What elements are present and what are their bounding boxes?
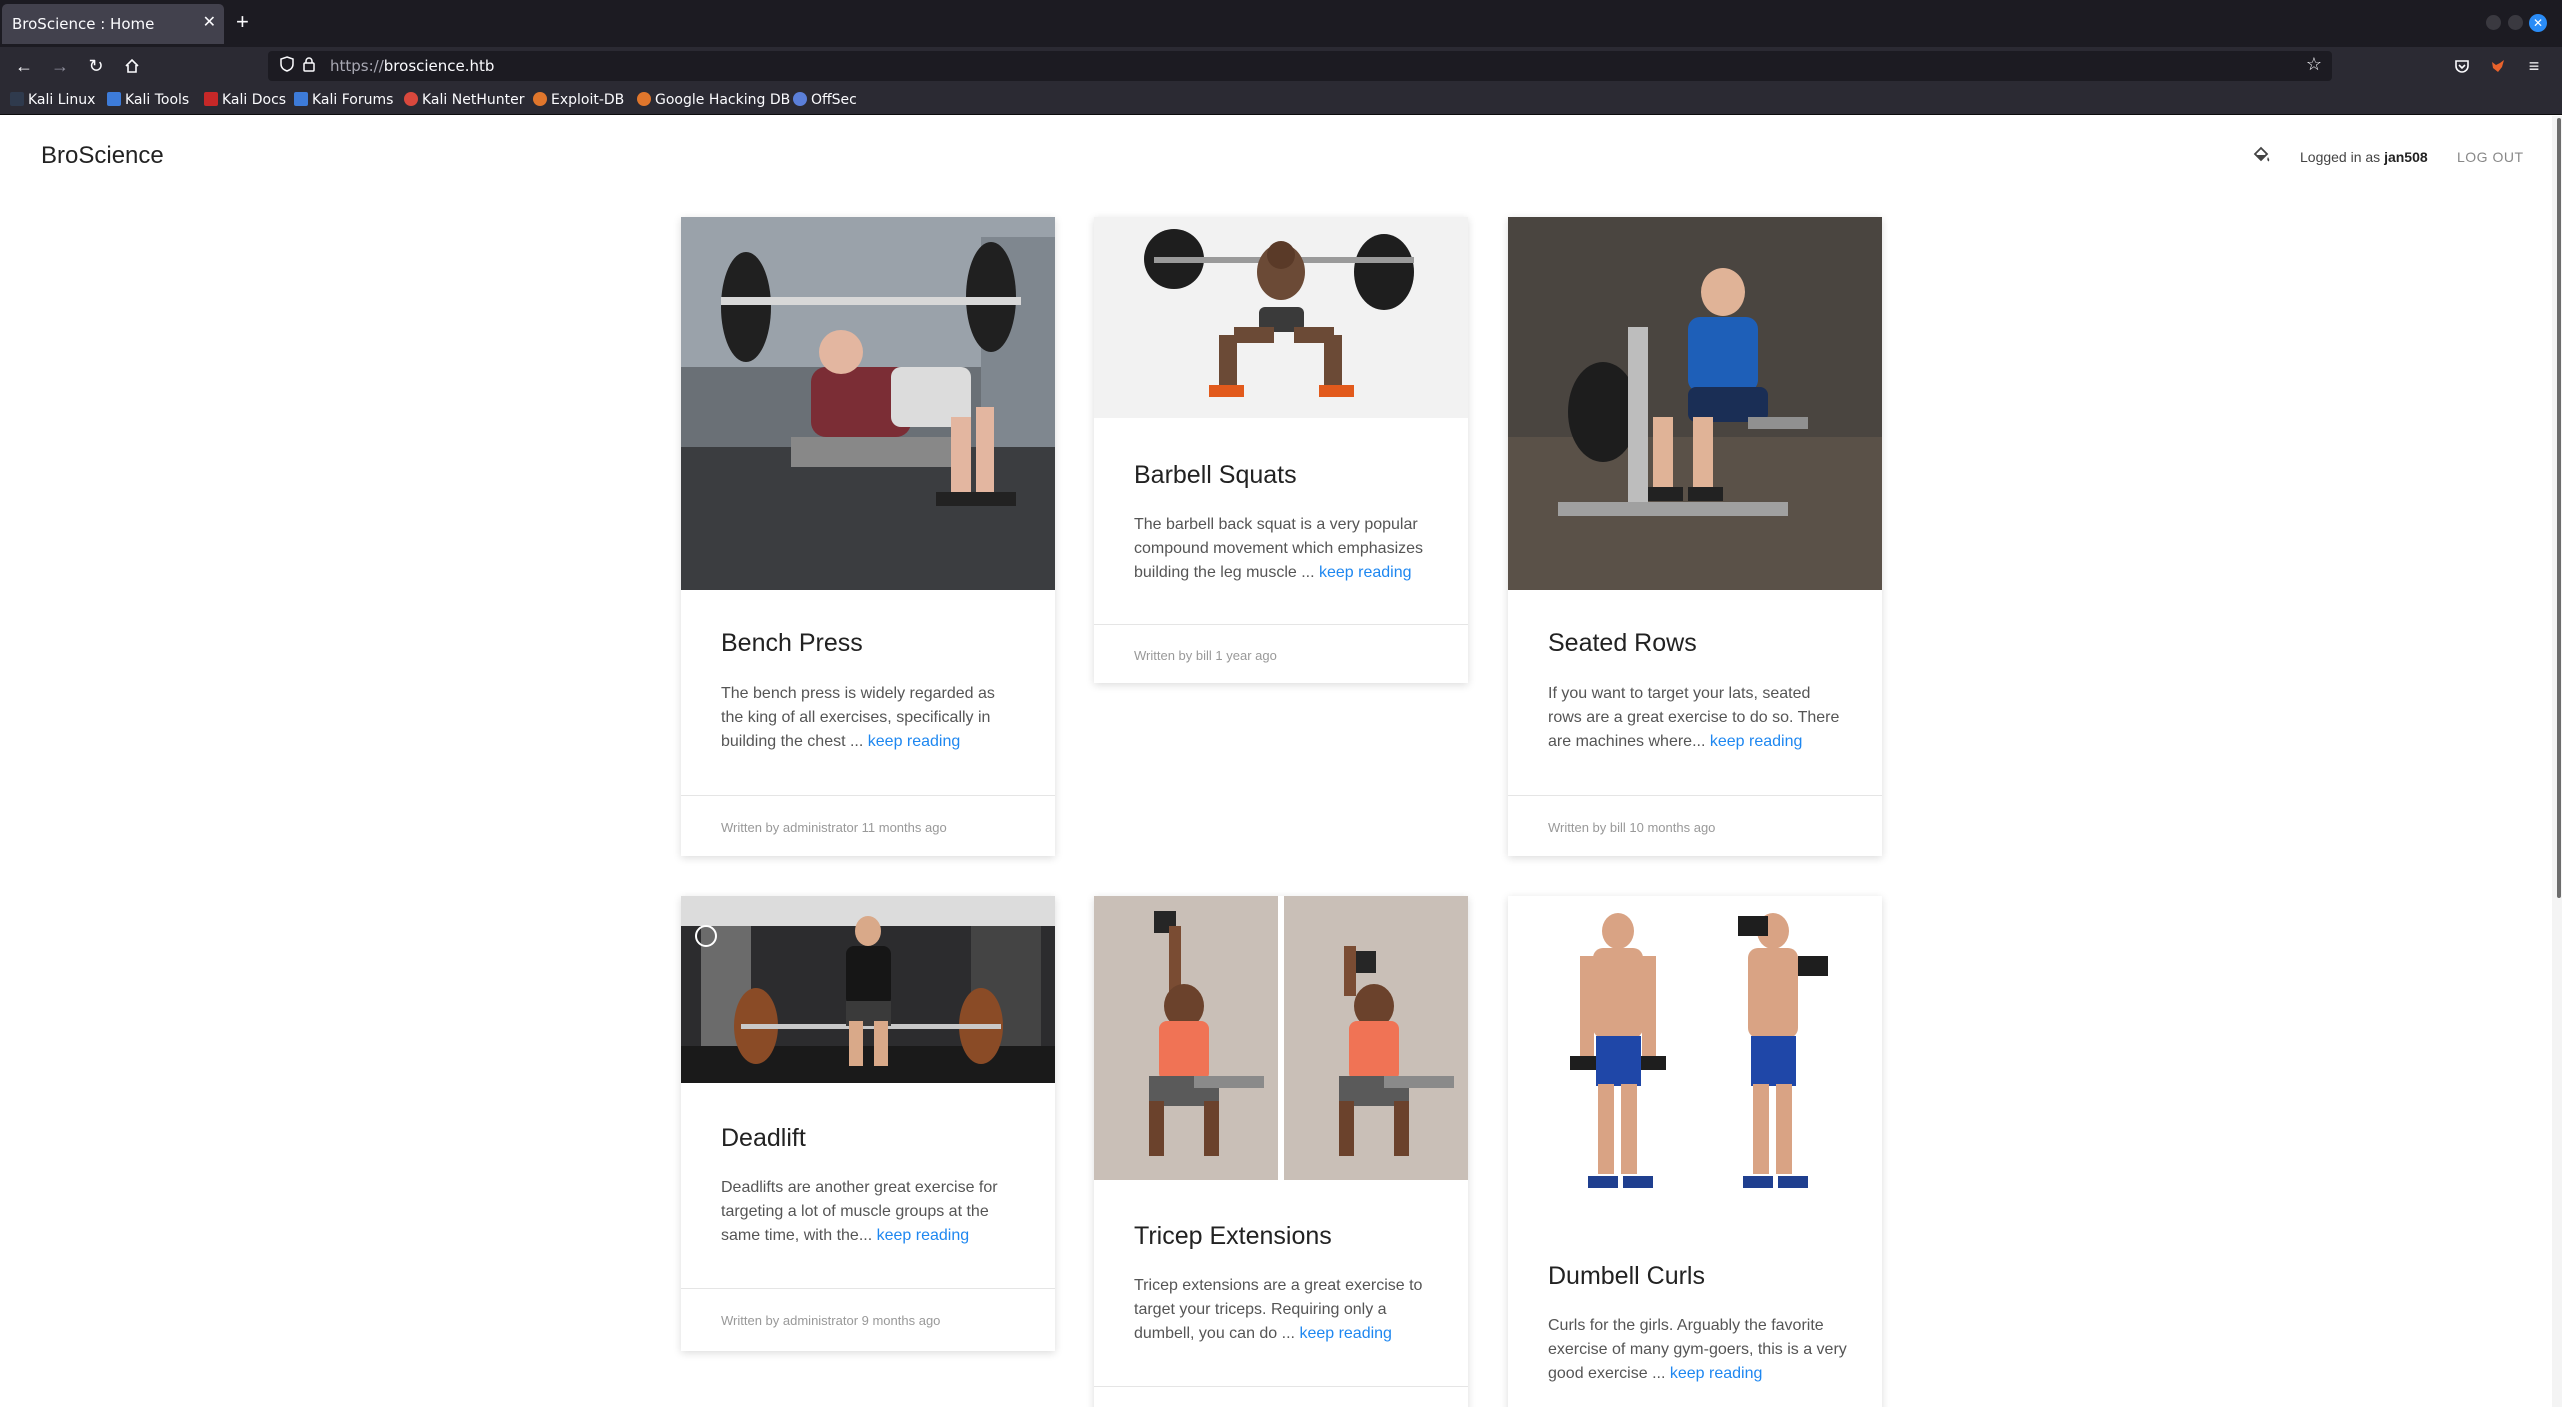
post-card-bench-press: Bench Press The bench press is widely re… xyxy=(681,217,1055,856)
kali-tools-icon xyxy=(107,92,121,106)
menu-icon[interactable]: ≡ xyxy=(2522,55,2546,77)
post-card-seated-rows: Seated Rows If you want to target your l… xyxy=(1508,217,1882,856)
keep-reading-link[interactable]: keep reading xyxy=(877,1227,970,1244)
post-title[interactable]: Bench Press xyxy=(721,629,863,658)
bookmark-kali-forums[interactable]: Kali Forums xyxy=(294,92,393,108)
post-image[interactable] xyxy=(1508,217,1882,590)
card-divider xyxy=(681,1288,1055,1289)
bookmark-label: Kali NetHunter xyxy=(422,92,525,108)
keep-reading-link[interactable]: keep reading xyxy=(1319,564,1412,581)
reload-icon[interactable]: ↻ xyxy=(84,55,108,77)
url-scheme: https:// xyxy=(330,57,384,75)
minimize-window-icon[interactable] xyxy=(2486,15,2501,30)
post-image[interactable] xyxy=(1094,217,1468,418)
bookmark-label: Kali Docs xyxy=(222,92,287,108)
url-bar[interactable]: https://broscience.htb ☆ xyxy=(268,51,2332,81)
username: jan508 xyxy=(2384,149,2428,165)
post-card-deadlift: Deadlift Deadlifts are another great exe… xyxy=(681,896,1055,1351)
keep-reading-link[interactable]: keep reading xyxy=(868,733,961,750)
post-excerpt: The barbell back squat is a very popular… xyxy=(1134,513,1434,585)
keep-reading-link[interactable]: keep reading xyxy=(1670,1365,1763,1382)
post-title[interactable]: Dumbell Curls xyxy=(1548,1262,1705,1291)
url-host: broscience.htb xyxy=(383,57,495,75)
post-excerpt: Curls for the girls. Arguably the favori… xyxy=(1548,1314,1848,1386)
post-meta: Written by bill 1 year ago xyxy=(1134,648,1277,663)
logout-link[interactable]: LOG OUT xyxy=(2457,149,2524,165)
post-title[interactable]: Deadlift xyxy=(721,1124,806,1153)
post-image[interactable] xyxy=(681,217,1055,590)
kali-dragon-icon xyxy=(10,92,24,106)
bookmark-kali-tools[interactable]: Kali Tools xyxy=(107,92,189,108)
card-divider xyxy=(1094,624,1468,625)
post-title[interactable]: Tricep Extensions xyxy=(1134,1222,1332,1251)
bookmark-label: Kali Tools xyxy=(125,92,190,108)
bookmark-label: Google Hacking DB xyxy=(655,92,791,108)
bookmarks-toolbar: Kali Linux Kali Tools Kali Docs Kali For… xyxy=(0,85,2562,115)
post-card-dumbell-curls: Dumbell Curls Curls for the girls. Argua… xyxy=(1508,896,1882,1407)
kali-forums-icon xyxy=(294,92,308,106)
post-image[interactable] xyxy=(1508,896,1882,1220)
site-title[interactable]: BroScience xyxy=(41,142,164,170)
bookmark-offsec[interactable]: OffSec xyxy=(793,92,857,108)
scrollbar-thumb[interactable] xyxy=(2557,118,2561,898)
theme-switcher-icon[interactable] xyxy=(2250,145,2272,167)
bookmark-star-icon[interactable]: ☆ xyxy=(2306,54,2322,75)
bookmark-exploit-db[interactable]: Exploit-DB xyxy=(533,92,624,108)
extension-fox-icon[interactable] xyxy=(2486,55,2510,79)
card-divider xyxy=(1094,1386,1468,1387)
ghdb-icon xyxy=(637,92,651,106)
bookmark-google-hacking-db[interactable]: Google Hacking DB xyxy=(637,92,790,108)
post-excerpt: The bench press is widely regarded as th… xyxy=(721,682,1021,754)
lock-icon[interactable] xyxy=(302,56,316,75)
logged-in-status: Logged in as jan508 xyxy=(2300,149,2428,165)
post-image[interactable] xyxy=(1094,896,1468,1180)
keep-reading-link[interactable]: keep reading xyxy=(1710,733,1803,750)
home-icon[interactable] xyxy=(120,55,144,79)
card-divider xyxy=(1508,795,1882,796)
post-excerpt: Tricep extensions are a great exercise t… xyxy=(1134,1274,1434,1346)
back-icon[interactable]: ← xyxy=(12,55,36,77)
post-meta: Written by bill 10 months ago xyxy=(1548,820,1716,835)
bookmark-kali-nethunter[interactable]: Kali NetHunter xyxy=(404,92,524,108)
logged-in-prefix: Logged in as xyxy=(2300,149,2385,165)
bookmark-label: Exploit-DB xyxy=(551,92,625,108)
bookmark-label: Kali Linux xyxy=(28,92,96,108)
offsec-icon xyxy=(793,92,807,106)
tab-active[interactable]: BroScience : Home ✕ xyxy=(2,4,224,44)
post-meta: Written by administrator 9 months ago xyxy=(721,1313,941,1328)
post-card-tricep-extensions: Tricep Extensions Tricep extensions are … xyxy=(1094,896,1468,1407)
close-window-icon[interactable]: ✕ xyxy=(2529,14,2547,32)
exploit-db-icon xyxy=(533,92,547,106)
forward-icon[interactable]: → xyxy=(48,55,72,77)
post-image[interactable] xyxy=(681,896,1055,1083)
tab-close-icon[interactable]: ✕ xyxy=(203,13,216,33)
tab-strip: BroScience : Home ✕ + ✕ xyxy=(0,0,2562,47)
post-excerpt: If you want to target your lats, seated … xyxy=(1548,682,1848,754)
post-excerpt: Deadlifts are another great exercise for… xyxy=(721,1176,1021,1248)
card-divider xyxy=(681,795,1055,796)
new-tab-button[interactable]: + xyxy=(236,10,249,34)
tab-title: BroScience : Home xyxy=(12,15,155,33)
bookmark-kali-linux[interactable]: Kali Linux xyxy=(10,92,95,108)
nethunter-icon xyxy=(404,92,418,106)
url-text[interactable]: https://broscience.htb xyxy=(330,57,494,75)
keep-reading-link[interactable]: keep reading xyxy=(1299,1325,1392,1342)
bookmark-label: Kali Forums xyxy=(312,92,394,108)
pocket-icon[interactable] xyxy=(2450,55,2474,79)
maximize-window-icon[interactable] xyxy=(2508,15,2523,30)
bookmark-kali-docs[interactable]: Kali Docs xyxy=(204,92,286,108)
kali-docs-icon xyxy=(204,92,218,106)
post-meta: Written by administrator 11 months ago xyxy=(721,820,947,835)
tracking-protection-shield-icon[interactable] xyxy=(280,56,294,76)
post-card-barbell-squats: Barbell Squats The barbell back squat is… xyxy=(1094,217,1468,683)
post-title[interactable]: Barbell Squats xyxy=(1134,461,1297,490)
post-title[interactable]: Seated Rows xyxy=(1548,629,1697,658)
bookmark-label: OffSec xyxy=(811,92,857,108)
